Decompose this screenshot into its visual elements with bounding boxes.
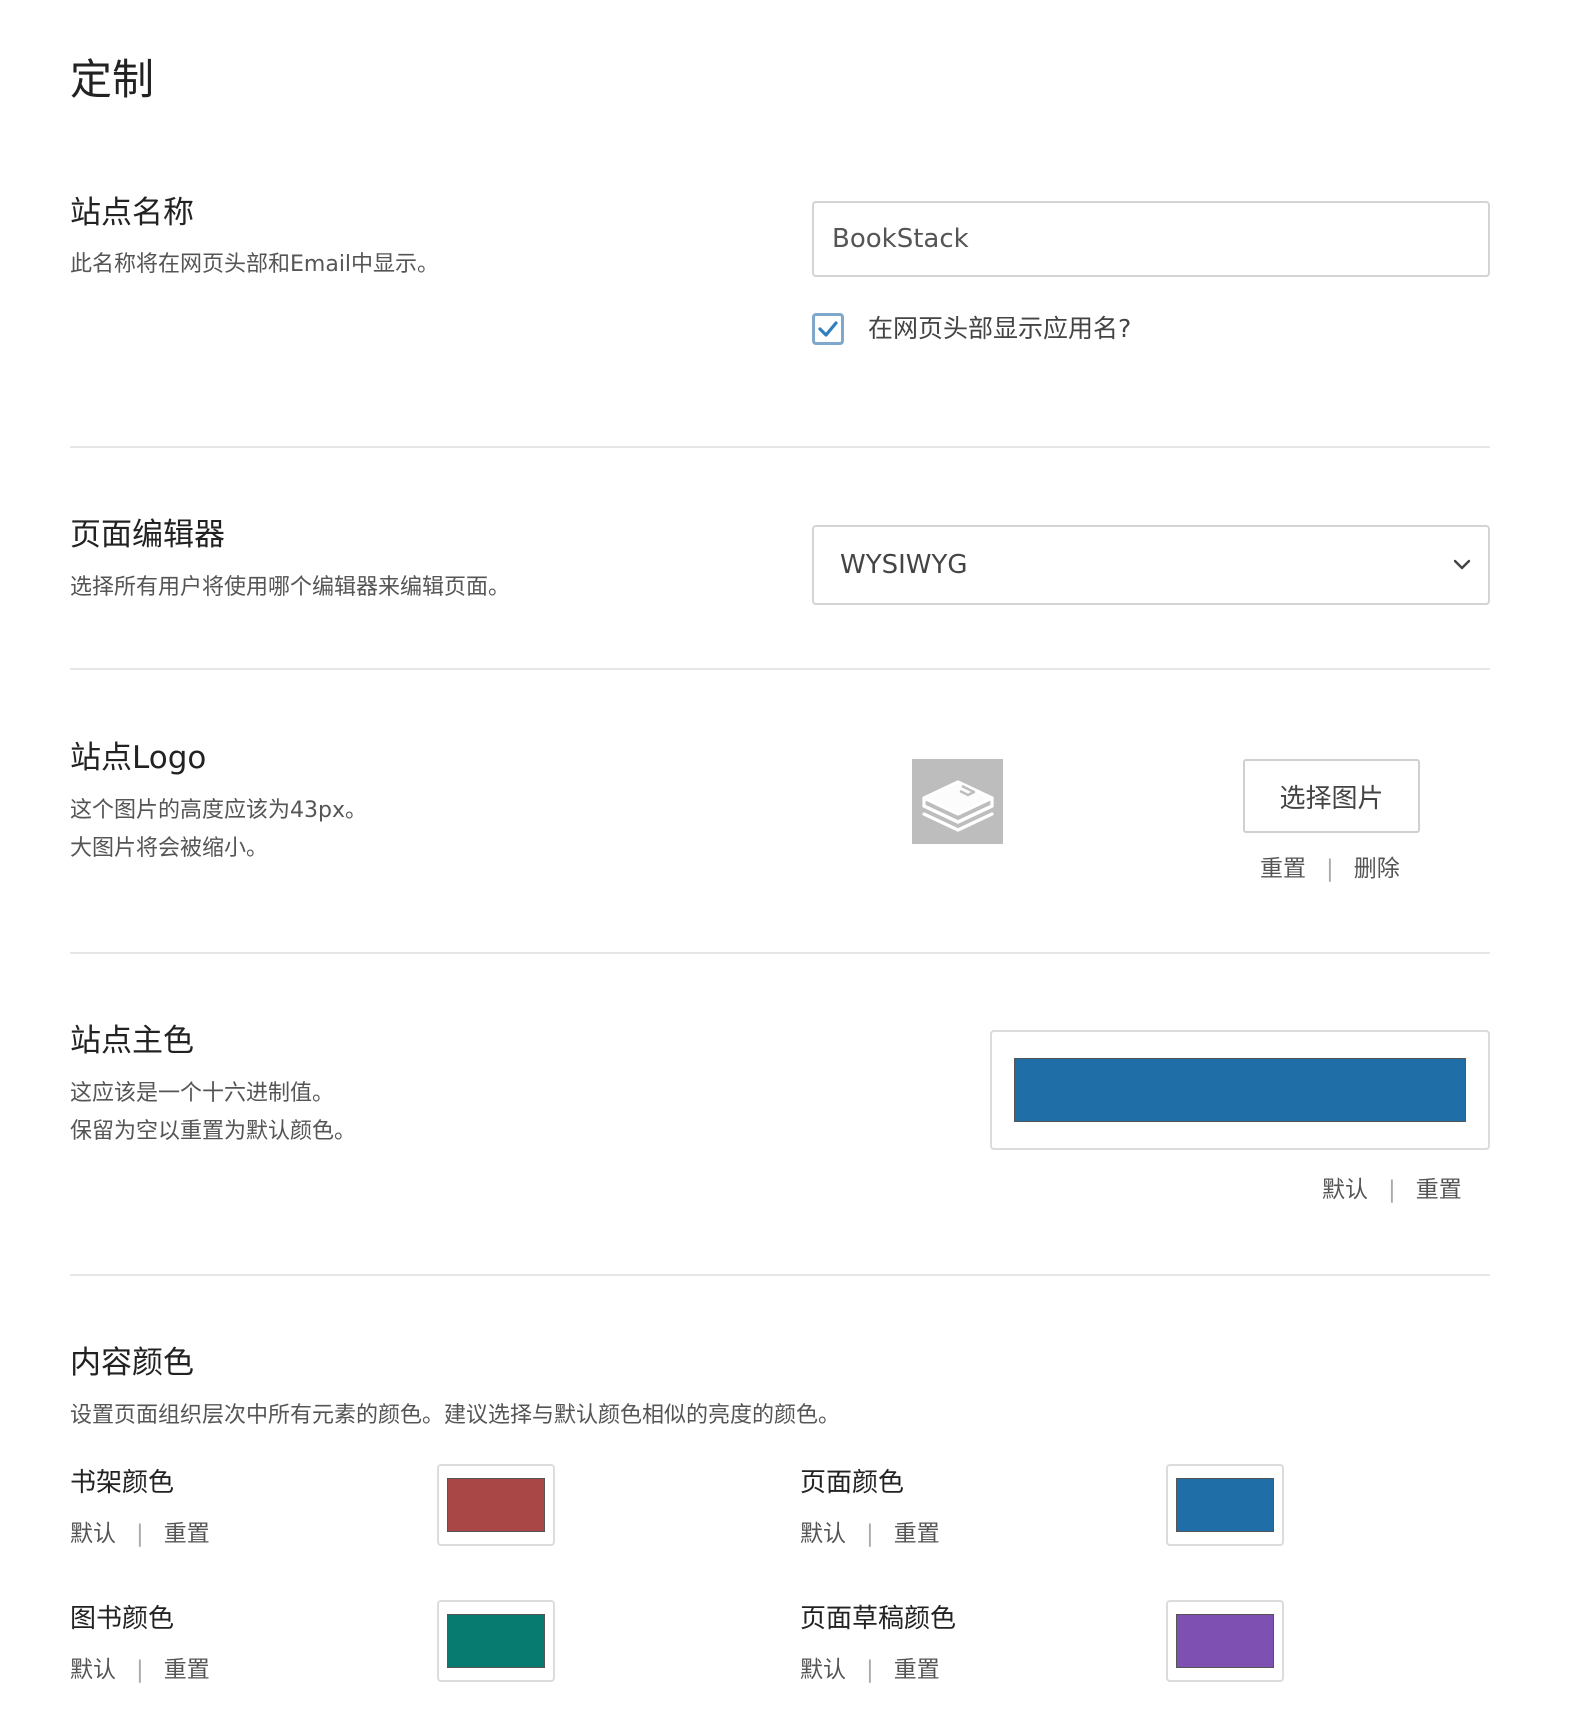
page-draft-color-swatch (1176, 1614, 1274, 1668)
logo-title: 站点Logo (70, 740, 207, 776)
bookshelf-color-actions: 默认 | 重置 (70, 1517, 210, 1551)
site-name-title: 站点名称 (70, 195, 194, 231)
bookshelf-color-default-link[interactable]: 默认 (70, 1517, 116, 1551)
primary-color-description-1: 这应该是一个十六进制值。 (70, 1081, 335, 1106)
page-color-input[interactable] (1166, 1464, 1284, 1546)
site-name-input[interactable]: BookStack (812, 201, 1490, 277)
page-color-label: 页面颜色 (800, 1468, 905, 1498)
divider (70, 952, 1490, 954)
editor-description: 选择所有用户将使用哪个编辑器来编辑页面。 (70, 575, 511, 600)
logo-description-1: 这个图片的高度应该为43px。 (70, 798, 367, 823)
primary-color-actions: 默认 | 重置 (1322, 1173, 1462, 1207)
divider (70, 1274, 1490, 1276)
editor-title: 页面编辑器 (70, 517, 225, 553)
editor-select-value: WYSIWYG (840, 550, 968, 580)
choose-image-button[interactable]: 选择图片 (1243, 759, 1420, 833)
logo-reset-link[interactable]: 重置 (1260, 852, 1306, 886)
book-color-reset-link[interactable]: 重置 (164, 1653, 210, 1687)
logo-description-2: 大图片将会被缩小。 (70, 836, 269, 861)
separator: | (1326, 856, 1334, 882)
page-draft-color-reset-link[interactable]: 重置 (894, 1653, 940, 1687)
bookshelf-color-label: 书架颜色 (70, 1468, 175, 1498)
separator: | (1388, 1177, 1396, 1203)
editor-select[interactable]: WYSIWYG (812, 525, 1490, 605)
divider (70, 668, 1490, 670)
show-name-label: 在网页头部显示应用名? (868, 314, 1132, 343)
page-draft-color-label: 页面草稿颜色 (800, 1604, 957, 1634)
checkmark-icon (818, 321, 838, 337)
primary-color-reset-link[interactable]: 重置 (1416, 1173, 1462, 1207)
page-color-reset-link[interactable]: 重置 (894, 1517, 940, 1551)
book-color-default-link[interactable]: 默认 (70, 1653, 116, 1687)
separator: | (866, 1521, 874, 1547)
page-draft-color-default-link[interactable]: 默认 (800, 1653, 846, 1687)
page-title: 定制 (70, 55, 155, 104)
primary-color-title: 站点主色 (70, 1023, 194, 1059)
divider (70, 446, 1490, 448)
bookshelf-color-swatch (447, 1478, 545, 1532)
separator: | (136, 1657, 144, 1683)
logo-actions: 重置 | 删除 (1260, 852, 1400, 886)
book-stack-icon (921, 779, 994, 832)
book-color-label: 图书颜色 (70, 1604, 175, 1634)
logo-delete-link[interactable]: 删除 (1354, 852, 1400, 886)
page-draft-color-actions: 默认 | 重置 (800, 1653, 940, 1687)
bookshelf-color-reset-link[interactable]: 重置 (164, 1517, 210, 1551)
content-colors-description: 设置页面组织层次中所有元素的颜色。建议选择与默认颜色相似的亮度的颜色。 (70, 1403, 841, 1428)
page-draft-color-input[interactable] (1166, 1600, 1284, 1682)
primary-color-swatch (1014, 1058, 1466, 1122)
book-color-input[interactable] (437, 1600, 555, 1682)
primary-color-input[interactable] (990, 1030, 1490, 1150)
primary-color-default-link[interactable]: 默认 (1322, 1173, 1368, 1207)
page-color-actions: 默认 | 重置 (800, 1517, 940, 1551)
book-color-actions: 默认 | 重置 (70, 1653, 210, 1687)
bookshelf-color-input[interactable] (437, 1464, 555, 1546)
separator: | (866, 1657, 874, 1683)
content-colors-title: 内容颜色 (70, 1345, 194, 1381)
show-name-checkbox-row[interactable]: 在网页头部显示应用名? (812, 312, 1131, 346)
book-color-swatch (447, 1614, 545, 1668)
logo-preview (912, 759, 1003, 844)
chevron-down-icon (1453, 559, 1471, 570)
page-color-swatch (1176, 1478, 1274, 1532)
show-name-checkbox[interactable] (812, 313, 844, 345)
primary-color-description-2: 保留为空以重置为默认颜色。 (70, 1119, 357, 1144)
site-name-description: 此名称将在网页头部和Email中显示。 (70, 252, 440, 277)
separator: | (136, 1521, 144, 1547)
page-color-default-link[interactable]: 默认 (800, 1517, 846, 1551)
